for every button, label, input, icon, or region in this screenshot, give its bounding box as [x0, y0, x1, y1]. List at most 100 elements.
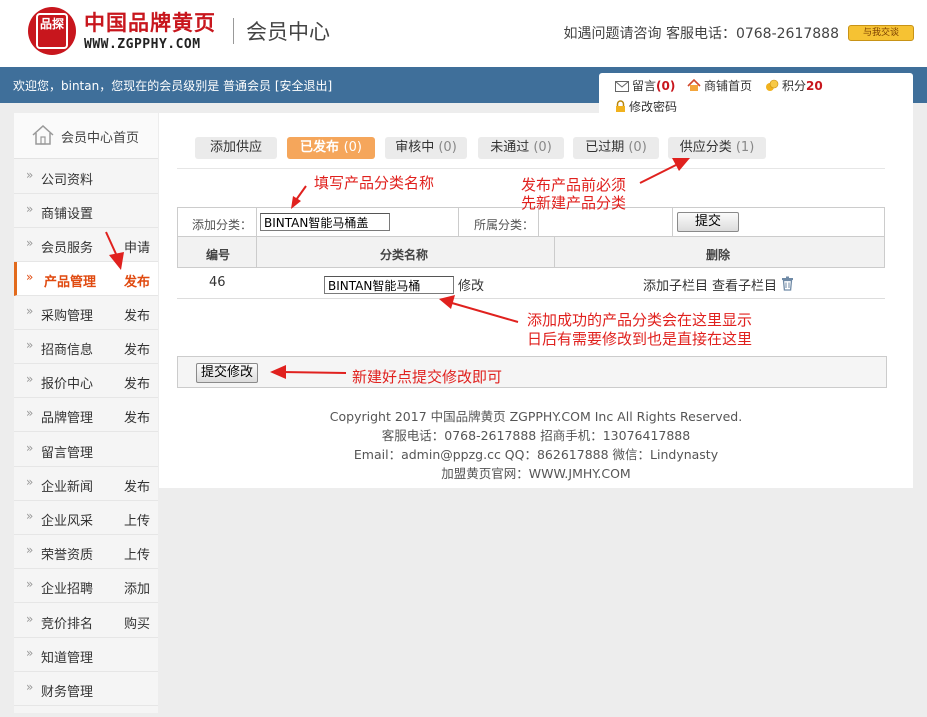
column-header-delete: 删除	[706, 248, 731, 262]
tab-add-supply[interactable]: 添加供应	[195, 137, 277, 159]
form-divider	[458, 208, 459, 236]
submit-edit-button[interactable]: 提交修改	[196, 363, 258, 383]
chevron-right-icon: »	[26, 612, 34, 626]
sidebar-item-finance-management[interactable]: » 财务管理	[14, 672, 158, 706]
sidebar-item-label: 招商信息	[41, 343, 94, 358]
chevron-right-icon: »	[26, 680, 34, 694]
sidebar-item-company-showcase[interactable]: » 企业风采 上传	[14, 501, 158, 535]
sidebar-item-action[interactable]: 上传	[124, 510, 150, 529]
sidebar-item-purchase-management[interactable]: » 采购管理 发布	[14, 296, 158, 330]
tab-label: 添加供应	[209, 140, 262, 155]
sidebar-item-label: 会员服务	[41, 241, 94, 256]
tab-reviewing[interactable]: 审核中 (0)	[385, 137, 467, 159]
sidebar-item-company-news[interactable]: » 企业新闻 发布	[14, 467, 158, 501]
footer-copyright: Copyright 2017 中国品牌黄页 ZGPPHY.COM Inc All…	[329, 409, 743, 424]
sidebar-item-knowledge-management[interactable]: » 知道管理	[14, 638, 158, 672]
sidebar-item-product-management[interactable]: » 产品管理 发布	[14, 262, 158, 296]
tab-supply-category[interactable]: 供应分类 (1)	[668, 137, 766, 159]
sidebar-item-action[interactable]: 上传	[124, 544, 150, 563]
chevron-right-icon: »	[26, 475, 34, 489]
brand-logo-seal[interactable]: 品探	[28, 7, 76, 55]
chevron-right-icon: »	[26, 509, 34, 523]
tab-label: 供应分类	[679, 140, 732, 155]
shop-home-link[interactable]: 商铺首页	[687, 77, 752, 94]
sidebar-item-action[interactable]: 添加	[124, 578, 150, 597]
trash-icon[interactable]	[781, 276, 794, 291]
quick-links-box: 留言(0) 商铺首页 积分20 修改密码	[599, 73, 913, 113]
tab-label: 审核中	[395, 140, 435, 155]
category-name-input[interactable]	[324, 276, 454, 294]
messages-link[interactable]: 留言(0)	[615, 77, 675, 94]
submit-category-button[interactable]: 提交	[677, 212, 739, 232]
chevron-right-icon: »	[26, 577, 34, 591]
column-header-name: 分类名称	[380, 248, 429, 262]
sidebar-item-action[interactable]: 发布	[124, 407, 150, 426]
chevron-right-icon: »	[26, 646, 34, 660]
welcome-text[interactable]: 欢迎您，bintan，您现在的会员级别是 普通会员 [安全退出]	[13, 77, 332, 94]
sidebar-item-action[interactable]: 发布	[124, 339, 150, 358]
tab-count: (1)	[735, 140, 755, 155]
member-sidebar: 会员中心首页 » 公司资料 » 商铺设置 » 会员服务 申请 » 产品管理 发布 » 采购管理…	[14, 113, 158, 713]
sidebar-item-company-info[interactable]: » 公司资料	[14, 160, 158, 194]
form-divider	[256, 208, 257, 236]
home-icon	[32, 124, 54, 145]
sidebar-item-honors[interactable]: » 荣誉资质 上传	[14, 535, 158, 569]
sidebar-item-action[interactable]: 发布	[124, 373, 150, 392]
sidebar-item-member-service[interactable]: » 会员服务 申请	[14, 228, 158, 262]
sidebar-item-action[interactable]: 发布	[124, 476, 150, 495]
lock-icon	[616, 100, 625, 112]
column-header-id: 编号	[206, 248, 231, 262]
house-icon	[687, 79, 701, 91]
sidebar-item-action[interactable]: 发布	[124, 305, 150, 324]
annotation-submit-hint: 新建好点提交修改即可	[352, 368, 503, 386]
sidebar-item-recruitment[interactable]: » 企业招聘 添加	[14, 569, 158, 603]
points-label: 积分	[782, 79, 807, 93]
points-link[interactable]: 积分20	[765, 77, 823, 94]
edit-link[interactable]: 修改	[458, 275, 484, 294]
sidebar-item-action[interactable]: 购买	[124, 613, 150, 632]
annotation-fill-name: 填写产品分类名称	[314, 174, 435, 192]
site-header: 品探 中国品牌黄页 WWW.ZGPPHY.COM 会员中心 如遇问题请咨询 客服…	[0, 0, 927, 67]
sidebar-item-label: 财务管理	[41, 685, 94, 700]
sidebar-home[interactable]: 会员中心首页	[14, 113, 158, 159]
sidebar-item-action[interactable]: 发布	[124, 271, 150, 290]
sidebar-item-brand-management[interactable]: » 品牌管理 发布	[14, 398, 158, 432]
tab-count: (0)	[628, 140, 647, 155]
tab-published[interactable]: 已发布 (0)	[287, 137, 375, 159]
tab-expired[interactable]: 已过期 (0)	[573, 137, 659, 159]
sidebar-item-message-management[interactable]: » 留言管理	[14, 433, 158, 467]
logo-title[interactable]: 中国品牌黄页	[84, 7, 216, 37]
annotation-shown-line1: 添加成功的产品分类会在这里显示	[527, 311, 753, 329]
add-category-label: 添加分类：	[192, 218, 253, 232]
chevron-right-icon: »	[26, 338, 34, 352]
sidebar-item-bid-ranking[interactable]: » 竞价排名 购买	[14, 604, 158, 638]
tab-rejected[interactable]: 未通过 (0)	[478, 137, 564, 159]
sidebar-item-quote-center[interactable]: » 报价中心 发布	[14, 364, 158, 398]
member-center-title: 会员中心	[246, 20, 330, 44]
shop-home-label: 商铺首页	[704, 79, 753, 93]
annotation-shown-line2: 日后有需要修改到也是直接在这里	[527, 330, 753, 348]
sidebar-item-action[interactable]: 申请	[124, 237, 150, 256]
sidebar-item-label: 知道管理	[41, 651, 94, 666]
change-password-link[interactable]: 修改密码	[615, 98, 677, 112]
footer-contact: Email：admin@ppzg.cc QQ：862617888 微信：Lind…	[353, 447, 719, 462]
messages-label: 留言	[632, 79, 657, 93]
messages-count: (0)	[656, 79, 676, 93]
chevron-right-icon: »	[26, 441, 34, 455]
add-subcategory-link[interactable]: 添加子栏目	[643, 275, 708, 294]
category-id: 46	[209, 275, 226, 290]
view-subcategory-link[interactable]: 查看子栏目	[712, 275, 777, 294]
footer-franchise-link[interactable]: 加盟黄页官网：WWW.JMHY.COM	[159, 464, 913, 483]
coins-icon	[766, 79, 779, 91]
sidebar-item-label: 留言管理	[41, 446, 94, 461]
sidebar-item-label: 公司资料	[41, 173, 94, 188]
tab-label: 未通过	[490, 140, 530, 155]
sidebar-item-label: 商铺设置	[41, 207, 94, 222]
footer-phone: 客服电话：0768-2617888 招商手机：13076417888	[381, 428, 691, 443]
sidebar-item-shop-settings[interactable]: » 商铺设置	[14, 194, 158, 228]
add-category-input[interactable]	[260, 213, 390, 231]
page-footer: Copyright 2017 中国品牌黄页 ZGPPHY.COM Inc All…	[159, 407, 913, 483]
sidebar-item-investment-info[interactable]: » 招商信息 发布	[14, 330, 158, 364]
qq-chat-button[interactable]: 与我交谈	[848, 25, 914, 41]
chevron-right-icon: »	[26, 168, 34, 182]
